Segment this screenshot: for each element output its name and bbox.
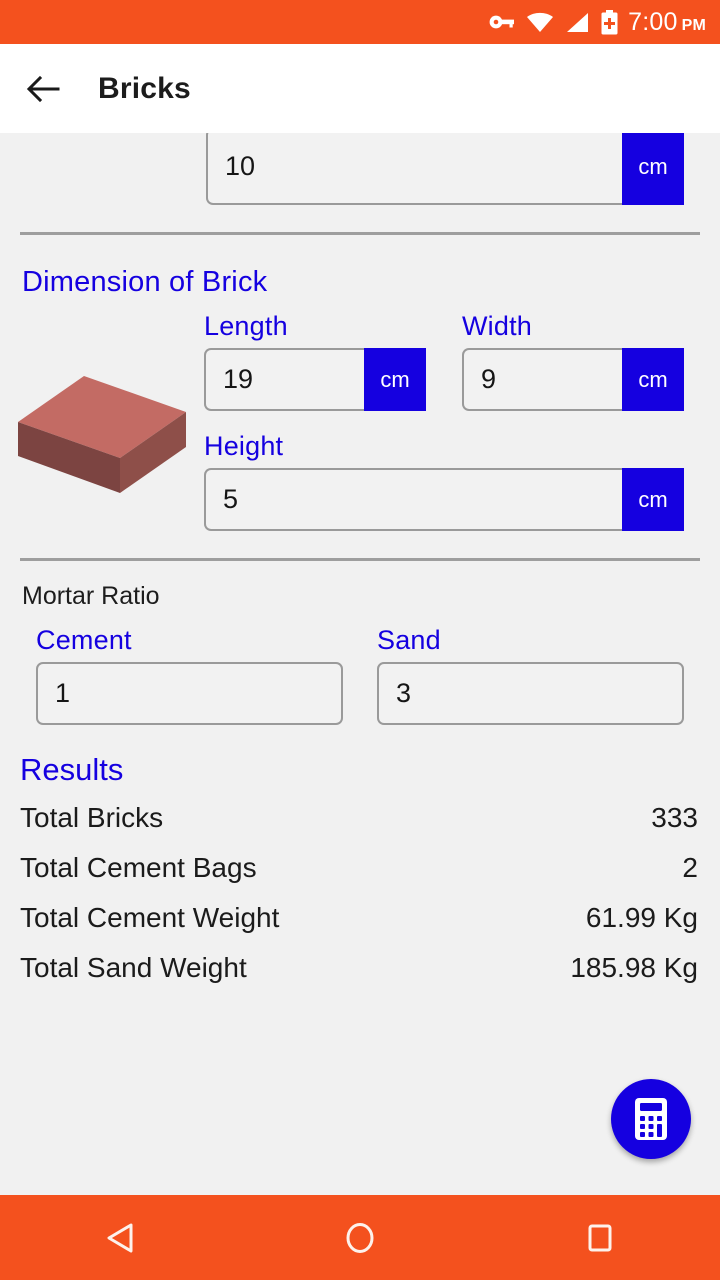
result-label: Total Sand Weight [20,952,247,983]
app-bar: Bricks [0,44,720,133]
brick-length-unit[interactable]: cm [364,348,426,411]
page-title: Bricks [98,71,191,105]
back-triangle-icon [107,1223,133,1252]
cement-group: Cement 1 [36,625,343,725]
result-value: 61.99 Kg [585,902,698,933]
cellular-signal-icon [567,12,589,32]
result-value: 185.98 Kg [570,952,698,983]
result-label: Total Cement Weight [20,902,280,933]
calculator-icon [635,1098,667,1140]
nav-back-button[interactable] [75,1208,165,1268]
brick-section: Length 19 cm Width 9 cm Height 5 cm [0,311,720,531]
sand-label: Sand [377,625,441,655]
brick-height-input[interactable]: 5 [204,468,622,531]
brick-width-input[interactable]: 9 [462,348,622,411]
brick-height-field[interactable]: 5 cm [204,468,684,531]
section-divider-mortar [20,558,700,561]
mortar-section-title: Mortar Ratio [22,582,160,610]
clock-time: 7:00 [628,7,678,36]
home-circle-icon [346,1222,374,1253]
brick-width-field[interactable]: 9 cm [462,348,684,411]
result-row-total-cement-weight: Total Cement Weight 61.99 Kg [0,893,720,943]
phone-screen: 7:00 PM Bricks 10 cm Dimension of Brick [0,0,720,1280]
sand-input[interactable]: 3 [377,662,684,725]
result-value: 333 [651,802,698,833]
brick-length-field[interactable]: 19 cm [204,348,426,411]
nav-home-button[interactable] [315,1208,405,1268]
brick-height-group: Height 5 cm [204,431,684,531]
sand-group: Sand 3 [377,625,684,725]
brick-height-label: Height [204,431,284,461]
section-divider-top [20,232,700,235]
status-icons [489,9,618,35]
status-bar: 7:00 PM [0,0,720,44]
brick-width-unit[interactable]: cm [622,348,684,411]
brick-height-unit[interactable]: cm [622,468,684,531]
result-value: 2 [682,852,698,883]
wifi-icon [527,12,554,32]
status-bar-clock: 7:00 PM [628,8,706,37]
clock-ampm: PM [681,16,706,34]
brick-length-input[interactable]: 19 [204,348,364,411]
mortar-fields-row: Cement 1 Sand 3 [0,625,720,725]
scroll-content: 10 cm Dimension of Brick Length 19 cm Wi… [0,133,720,1195]
brick-length-label: Length [204,311,288,341]
vpn-key-icon [489,15,515,29]
battery-charging-icon [601,9,618,34]
top-measurement-input[interactable]: 10 [206,133,622,205]
result-label: Total Cement Bags [20,852,257,883]
top-measurement-field[interactable]: 10 cm [206,133,684,205]
top-measurement-field-row: 10 cm [0,133,720,205]
result-row-total-sand-weight: Total Sand Weight 185.98 Kg [0,943,720,993]
back-arrow-icon[interactable] [26,72,60,106]
top-measurement-unit[interactable]: cm [622,133,684,205]
brick-length-width-row: Length 19 cm Width 9 cm [204,311,684,411]
result-label: Total Bricks [20,802,164,833]
calculate-fab[interactable] [611,1079,691,1159]
results-title: Results [20,752,124,787]
cement-label: Cement [36,625,132,655]
nav-recents-button[interactable] [555,1208,645,1268]
brick-length-group: Length 19 cm [204,311,426,411]
android-navigation-bar [0,1195,720,1280]
result-row-total-cement-bags: Total Cement Bags 2 [0,843,720,893]
brick-section-title: Dimension of Brick [22,266,268,298]
brick-fields: Length 19 cm Width 9 cm Height 5 cm [204,311,720,531]
brick-width-label: Width [462,311,533,341]
brick-illustration [0,311,204,531]
result-row-total-bricks: Total Bricks 333 [0,793,720,843]
brick-width-group: Width 9 cm [462,311,684,411]
cement-input[interactable]: 1 [36,662,343,725]
recents-square-icon [588,1224,612,1251]
